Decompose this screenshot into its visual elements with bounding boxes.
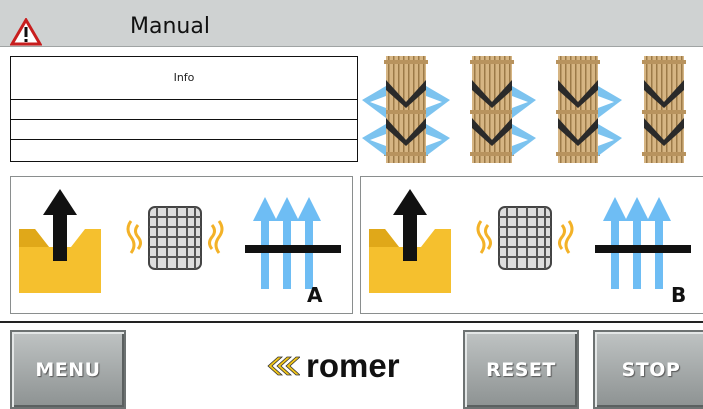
reset-button[interactable]: RESET: [463, 330, 579, 409]
header-bar: [0, 0, 703, 47]
box-lift-icon: [369, 189, 451, 293]
wood-stack: [642, 56, 686, 163]
wood-stack: [556, 56, 622, 163]
wood-stack: [470, 56, 536, 163]
brand-name: romer: [306, 347, 400, 384]
wood-stack: [362, 56, 450, 163]
box-lift-icon: [19, 189, 101, 293]
info-row: [11, 119, 357, 120]
wood-stacks-graphic: [362, 56, 686, 163]
stop-button[interactable]: STOP: [593, 330, 703, 409]
menu-button[interactable]: MENU: [10, 330, 126, 409]
vibrating-mesh-icon: [126, 206, 224, 270]
triple-chevron-left-icon: [267, 356, 300, 376]
info-table: Info: [10, 56, 358, 162]
panel-a-label: A: [307, 283, 323, 307]
footer-separator: [0, 321, 703, 323]
station-panel-a[interactable]: A: [10, 176, 353, 314]
vibrating-mesh-icon: [476, 206, 574, 270]
airflow-arrows-icon: [245, 197, 341, 289]
airflow-arrows-icon: [595, 197, 691, 289]
info-label: Info: [173, 71, 195, 84]
brand-logo: romer: [266, 344, 436, 388]
warning-triangle-icon[interactable]: [10, 18, 42, 46]
page-title: Manual: [130, 14, 210, 39]
info-row: [11, 139, 357, 140]
panel-b-label: B: [671, 283, 687, 307]
station-panel-b[interactable]: B: [360, 176, 703, 314]
info-row: [11, 99, 357, 100]
